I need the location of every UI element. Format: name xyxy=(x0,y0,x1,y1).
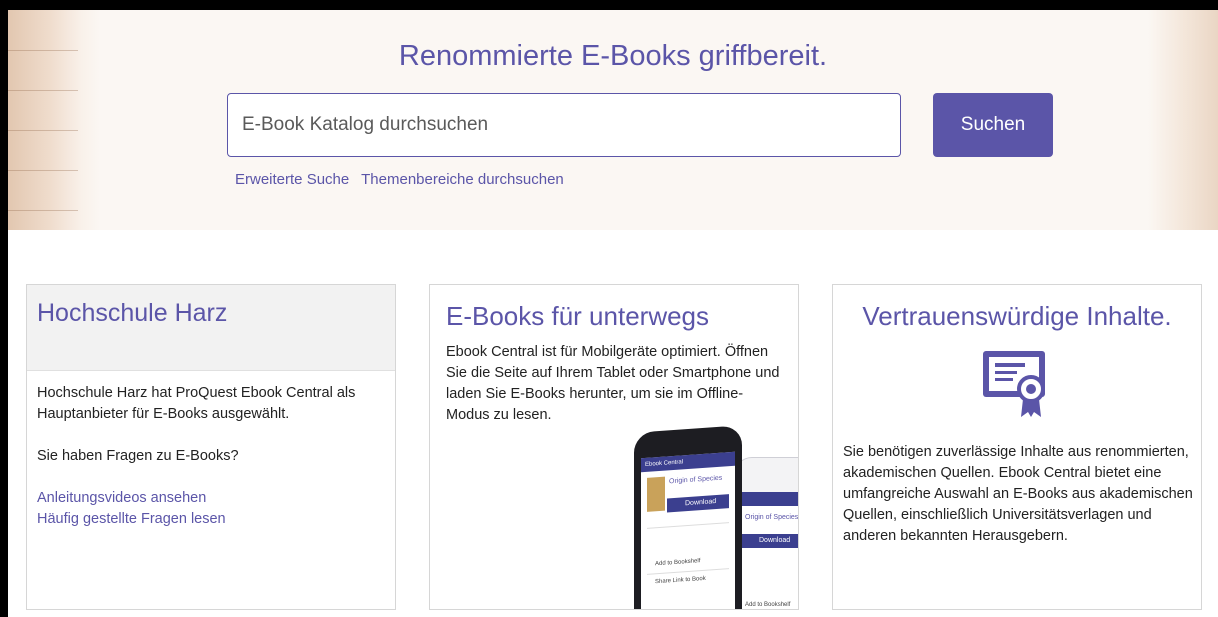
institution-title: Hochschule Harz xyxy=(37,299,228,327)
institution-card: Hochschule Harz Hochschule Harz hat ProQ… xyxy=(26,284,396,610)
mobile-text: Ebook Central ist für Mobilgeräte optimi… xyxy=(446,344,780,423)
mobile-title: E-Books für unterwegs xyxy=(446,301,710,331)
card-body: Hochschule Harz hat ProQuest Ebook Centr… xyxy=(27,371,395,530)
phones-illustration: Origin of Species Download Add to Booksh… xyxy=(626,423,798,609)
hero-banner: Renommierte E-Books griffbereit. Suchen … xyxy=(8,10,1218,230)
hero-title: Renommierte E-Books griffbereit. xyxy=(398,40,828,72)
page-frame: Renommierte E-Books griffbereit. Suchen … xyxy=(8,10,1218,617)
browse-subjects-link[interactable]: Themenbereiche durchsuchen xyxy=(361,171,564,188)
question-text: Sie haben Fragen zu E-Books? xyxy=(37,448,239,464)
book-cover-image xyxy=(647,476,665,512)
card-header: Hochschule Harz xyxy=(27,285,395,371)
search-button[interactable]: Suchen xyxy=(933,93,1053,157)
phone-front-image: Ebook Central Origin of Species Download… xyxy=(634,425,742,609)
tutorial-videos-link[interactable]: Anleitungsvideos ansehen xyxy=(37,488,385,509)
trusted-title: Vertrauenswürdige Inhalte. xyxy=(862,301,1172,331)
trusted-content-card: Vertrauenswürdige Inhalte. Sie benötigen… xyxy=(832,284,1202,610)
download-icon: Download xyxy=(667,494,729,513)
certificate-icon xyxy=(983,351,1045,417)
institution-text: Hochschule Harz hat ProQuest Ebook Centr… xyxy=(37,385,356,422)
mobile-card: E-Books für unterwegs Ebook Central ist … xyxy=(429,284,799,610)
phone-back-image: Origin of Species Download Add to Booksh… xyxy=(734,457,798,609)
trusted-text: Sie benötigen zuverlässige Inhalte aus r… xyxy=(843,444,1193,544)
search-links: Erweiterte Suche Themenbereiche durchsuc… xyxy=(235,171,572,188)
search-box[interactable] xyxy=(227,93,901,157)
advanced-search-link[interactable]: Erweiterte Suche xyxy=(235,171,349,188)
faq-link[interactable]: Häufig gestellte Fragen lesen xyxy=(37,509,385,530)
search-input[interactable] xyxy=(242,94,900,156)
